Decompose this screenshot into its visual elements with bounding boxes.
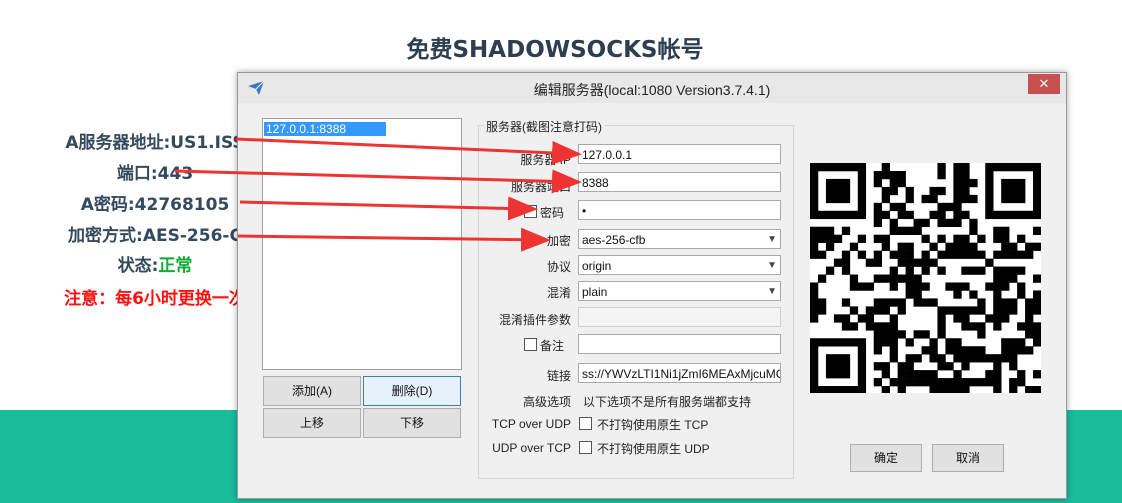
move-down-button[interactable]: 下移 (363, 408, 461, 438)
title-bar: 编辑服务器(local:1080 Version3.7.4.1) ✕ (238, 73, 1066, 103)
advanced-note: 以下选项不是所有服务端都支持 (583, 395, 752, 409)
chevron-down-icon: ▼ (767, 234, 777, 245)
delete-button[interactable]: 删除(D) (363, 376, 461, 406)
page-title: 免费SHADOWSOCKS帐号 (406, 37, 704, 63)
group-label: 服务器(截图注意打码) (484, 118, 604, 135)
add-button[interactable]: 添加(A) (263, 376, 361, 406)
link-label: 链接 (546, 369, 571, 383)
obfs-param-label: 混淆插件参数 (498, 313, 571, 327)
server-ip-input[interactable]: 127.0.0.1 (578, 144, 781, 164)
remark-checkbox[interactable] (524, 338, 537, 351)
encryption-select[interactable]: aes-256-cfb ▼ (578, 229, 781, 249)
chevron-down-icon: ▼ (767, 286, 777, 297)
advanced-label: 高级选项 (522, 395, 571, 409)
password-input[interactable]: • (578, 200, 781, 220)
tcp-over-udp-checkbox[interactable] (579, 417, 592, 430)
qr-code-icon (810, 163, 1042, 395)
server-ip-label: 服务器 IP (520, 153, 571, 167)
remark-label: 备注 (540, 339, 565, 353)
remark-input[interactable] (578, 334, 781, 354)
server-list[interactable]: 127.0.0.1:8388 (262, 118, 462, 370)
udp-over-tcp-checkbox[interactable] (579, 441, 592, 454)
close-button[interactable]: ✕ (1028, 74, 1060, 94)
window-title: 编辑服务器(local:1080 Version3.7.4.1) (533, 82, 771, 98)
obfs-param-input[interactable] (578, 307, 781, 327)
encryption-label: 加密 (546, 234, 571, 248)
qr-code (810, 163, 1042, 395)
protocol-select[interactable]: origin ▼ (578, 255, 781, 275)
close-icon: ✕ (1038, 76, 1050, 91)
show-password-checkbox[interactable] (524, 205, 537, 218)
obfs-select[interactable]: plain ▼ (578, 281, 781, 301)
tcp-over-udp-option: 不打钩使用原生 TCP (597, 418, 709, 432)
udp-over-tcp-label: UDP over TCP (492, 441, 571, 455)
move-up-button[interactable]: 上移 (263, 408, 361, 438)
password-label: 密码 (540, 206, 565, 220)
ok-button[interactable]: 确定 (850, 444, 922, 472)
obfs-value: plain (582, 285, 608, 299)
tcp-over-udp-label: TCP over UDP (491, 417, 571, 431)
edit-server-dialog: 编辑服务器(local:1080 Version3.7.4.1) ✕ 127.0… (237, 72, 1067, 499)
server-list-item[interactable]: 127.0.0.1:8388 (264, 122, 386, 136)
chevron-down-icon: ▼ (767, 260, 777, 271)
obfs-label: 混淆 (546, 286, 571, 300)
udp-over-tcp-option: 不打钩使用原生 UDP (597, 442, 710, 456)
encryption-value: aes-256-cfb (582, 233, 646, 247)
protocol-value: origin (582, 259, 612, 273)
protocol-label: 协议 (546, 260, 571, 274)
server-port-label: 服务器端口 (510, 180, 571, 194)
status-value: 正常 (158, 256, 193, 276)
cancel-button[interactable]: 取消 (932, 444, 1004, 472)
link-input[interactable]: ss://YWVzLTI1Ni1jZmI6MEAxMjcuMC (578, 363, 781, 383)
server-port-input[interactable]: 8388 (578, 172, 781, 192)
